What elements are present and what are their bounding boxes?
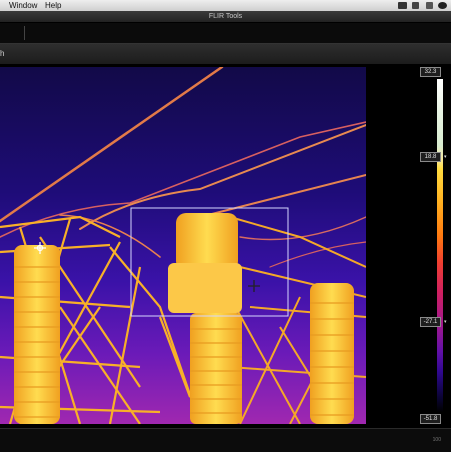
menu-help[interactable]: Help (45, 0, 61, 11)
left-insulator (14, 245, 60, 424)
toolbar (0, 23, 451, 44)
scale-upper-value[interactable]: 18.8 (420, 152, 441, 162)
right-insulator (310, 283, 354, 424)
panel-title: h (0, 49, 5, 58)
status-bar: 100 (0, 428, 451, 452)
image-panel-header: h (0, 44, 451, 65)
display-icon[interactable] (398, 2, 407, 9)
temperature-color-bar[interactable] (437, 79, 443, 412)
window-title: FLIR Tools (208, 13, 243, 20)
thermal-image[interactable] (0, 67, 366, 424)
toolbar-separator (24, 26, 25, 40)
scale-max-value[interactable]: 32.3 (420, 67, 441, 77)
zoom-level: 100 (432, 437, 441, 443)
window-titlebar: FLIR Tools (0, 11, 451, 23)
scale-min-value[interactable]: -51.8 (420, 414, 441, 424)
search-icon[interactable] (438, 2, 447, 9)
volume-icon[interactable] (412, 2, 419, 9)
menu-window[interactable]: Window (9, 0, 37, 11)
scale-lower-value[interactable]: -27.1 (420, 317, 441, 327)
upper-handle-icon[interactable]: ▾ (444, 154, 449, 160)
menu-extra-icon[interactable] (426, 2, 433, 9)
lower-handle-icon[interactable]: ▾ (444, 319, 449, 325)
